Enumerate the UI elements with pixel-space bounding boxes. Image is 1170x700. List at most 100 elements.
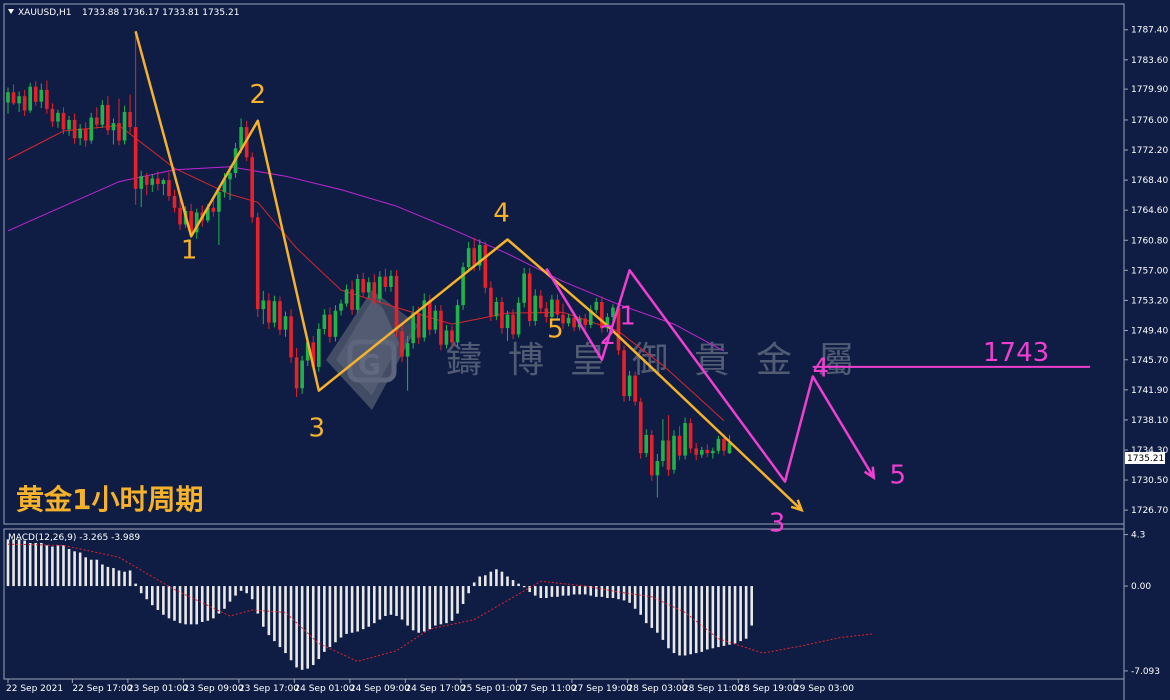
macd-bar — [545, 586, 548, 599]
macd-bar — [250, 586, 254, 600]
candle-body — [394, 275, 399, 332]
macd-bar — [744, 586, 748, 639]
macd-bar — [567, 586, 570, 596]
macd-bar — [112, 568, 115, 587]
macd-bar — [561, 586, 565, 596]
macd-bar — [556, 586, 559, 597]
candle-body — [156, 178, 160, 185]
price-chart[interactable]: G 鑄博皇御貴金屬 12345 21345 1787.401783.601779.… — [0, 0, 1170, 700]
macd-bar — [101, 564, 104, 587]
price-tick-label: 1753.20 — [1131, 296, 1168, 306]
candle-body — [511, 314, 515, 335]
macd-bar — [273, 586, 276, 642]
price-tick-label: 1779.90 — [1131, 85, 1168, 95]
macd-bar — [578, 586, 581, 595]
macd-bar — [533, 586, 537, 596]
candle-body — [683, 423, 687, 456]
candle-body — [133, 127, 138, 189]
candle-body — [705, 449, 710, 454]
time-tick-label: 25 Sep 01:00 — [461, 684, 521, 694]
macd-bar — [23, 540, 26, 587]
candle-body — [428, 300, 432, 330]
macd-bar — [373, 586, 376, 624]
macd-bar — [717, 586, 720, 648]
price-tick-label: 1730.50 — [1131, 476, 1168, 486]
time-tick-label: 23 Sep 09:00 — [183, 684, 243, 694]
price-tick-label: 1760.80 — [1131, 236, 1168, 246]
price-tick-label: 1764.60 — [1131, 206, 1168, 216]
macd-bar — [56, 545, 60, 587]
macd-bar — [650, 586, 654, 628]
macd-bar — [323, 586, 326, 652]
macd-bar — [139, 586, 143, 594]
candle-body — [33, 86, 38, 102]
candle-body — [638, 401, 643, 454]
macd-bar — [267, 586, 271, 636]
candle-body — [344, 289, 349, 304]
macd-bar — [278, 586, 282, 648]
macd-bar — [506, 576, 509, 587]
macd-bar — [217, 586, 221, 614]
candle-body — [594, 301, 599, 310]
macd-bar — [434, 586, 437, 626]
candle-body — [72, 119, 77, 139]
candle-body — [128, 112, 132, 128]
candle-body — [294, 357, 299, 389]
macd-bar — [311, 586, 315, 666]
macd-bar — [472, 582, 476, 587]
candle-body — [572, 317, 576, 328]
candle-body — [45, 89, 49, 109]
time-tick-label: 28 Sep 11:00 — [683, 684, 743, 694]
candle-body — [67, 119, 71, 130]
candle-body — [722, 438, 726, 451]
macd-bar — [400, 586, 404, 620]
candle-body — [289, 316, 293, 358]
macd-panel — [3, 528, 1125, 680]
candle-body — [217, 191, 221, 212]
candle-body — [583, 318, 587, 325]
candle-body — [611, 307, 615, 318]
macd-bar — [411, 586, 415, 631]
time-tick-label: 24 Sep 09:00 — [350, 684, 410, 694]
macd-bar — [17, 539, 21, 587]
candle-body — [317, 328, 321, 367]
price-tick-label: 1726.70 — [1131, 506, 1168, 516]
price-tick-label: 1787.40 — [1131, 26, 1168, 36]
candle-body — [322, 314, 327, 329]
macd-bar — [739, 586, 742, 642]
macd-bar — [200, 586, 204, 622]
macd-bar — [428, 586, 432, 630]
macd-bar — [328, 586, 332, 648]
candle-body — [117, 123, 121, 141]
macd-bar — [417, 586, 420, 633]
candle-body — [89, 117, 94, 141]
macd-tick-label: 4.3 — [1131, 531, 1145, 541]
svg-text:G: G — [358, 348, 381, 381]
macd-bar — [45, 545, 49, 587]
macd-bar — [106, 566, 110, 587]
price-tick-label: 1745.70 — [1131, 356, 1168, 366]
macd-bar — [389, 586, 393, 615]
macd-bar — [445, 586, 448, 624]
candle-body — [527, 273, 532, 321]
candle-body — [272, 301, 277, 323]
candle-body — [666, 440, 671, 470]
macd-bar — [117, 570, 121, 587]
candle-body — [383, 276, 388, 287]
candle-body — [28, 86, 32, 111]
wave-orange-label: 2 — [250, 80, 267, 110]
macd-bar — [289, 586, 293, 661]
macd-bar — [450, 586, 454, 621]
candle-body — [150, 178, 155, 185]
macd-bar — [667, 586, 670, 649]
candle-body — [622, 350, 626, 397]
candle-body — [6, 92, 10, 103]
macd-bar — [700, 586, 704, 652]
candle-body — [711, 450, 715, 454]
candle-body — [11, 92, 16, 104]
candle-body — [433, 310, 438, 330]
macd-bar — [173, 586, 176, 621]
macd-bar — [406, 586, 409, 626]
macd-bar — [212, 586, 215, 619]
macd-bar — [689, 586, 692, 655]
